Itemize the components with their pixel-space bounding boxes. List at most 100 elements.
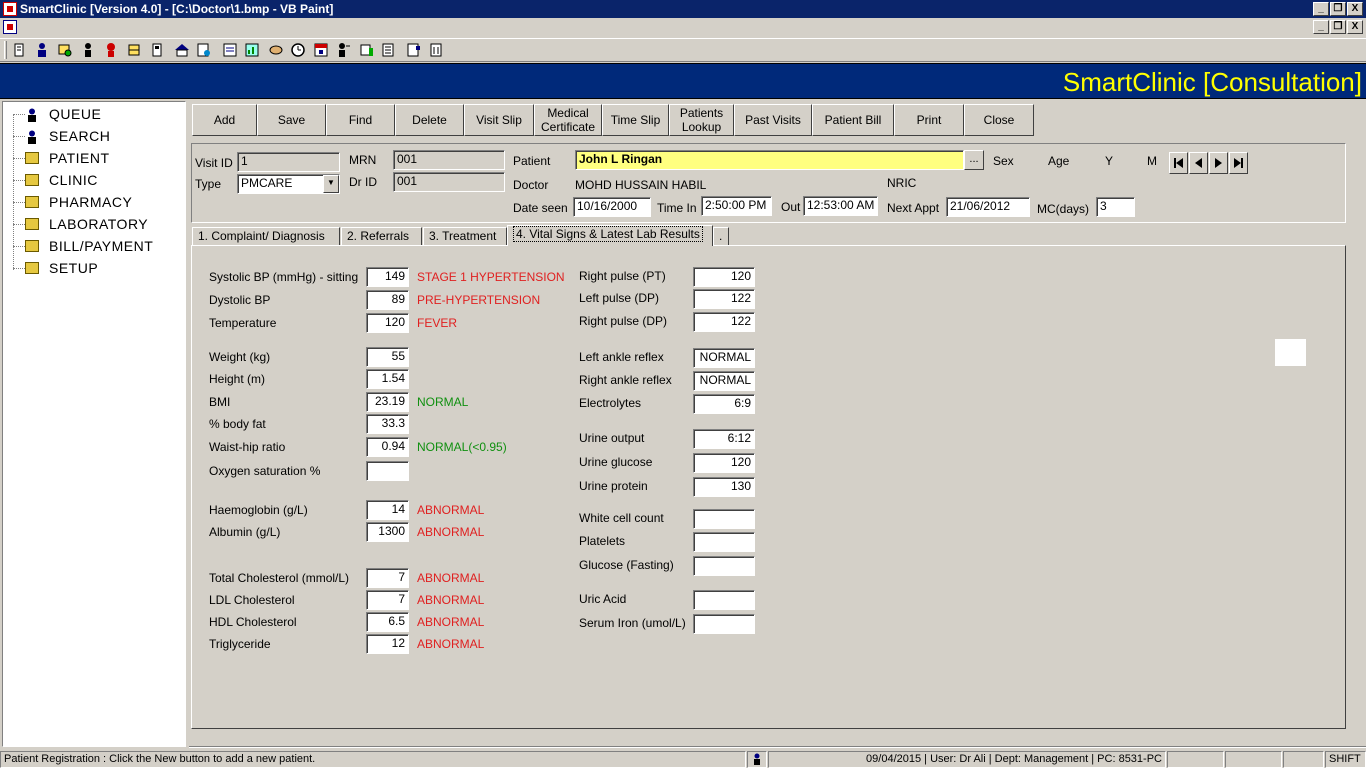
clinic-tool-icon[interactable]	[174, 42, 190, 58]
document-tool-icon[interactable]	[222, 42, 238, 58]
minimize-button[interactable]: _	[1313, 2, 1329, 16]
vital-value-field[interactable]: 12	[366, 634, 409, 654]
clock-tool-icon[interactable]	[290, 42, 306, 58]
lab-value-field[interactable]: NORMAL	[693, 348, 755, 368]
close-button[interactable]: Close	[964, 104, 1034, 136]
lab-value-field[interactable]: 120	[693, 267, 755, 287]
medicine-tool-icon[interactable]	[359, 42, 375, 58]
lab-value-field[interactable]: 120	[693, 453, 755, 473]
patient-tool-icon[interactable]	[34, 42, 50, 58]
medical-certificate-button[interactable]: Medical Certificate	[534, 104, 602, 136]
lab-value-field[interactable]	[693, 556, 755, 576]
tab-extra[interactable]: .	[713, 227, 729, 246]
vital-value-field[interactable]: 1.54	[366, 369, 409, 389]
patient-bill-button[interactable]: Patient Bill	[812, 104, 894, 136]
status-panel-empty-2	[1225, 751, 1282, 768]
chart-tool-icon[interactable]	[244, 42, 260, 58]
vital-value-field[interactable]: 7	[366, 568, 409, 588]
child-restore-button[interactable]: ❐	[1330, 20, 1346, 34]
lab-value-field[interactable]	[693, 590, 755, 610]
tree-connector	[13, 268, 25, 269]
add-button[interactable]: Add	[192, 104, 257, 136]
handshake-tool-icon[interactable]	[268, 42, 284, 58]
vital-label: HDL Cholesterol	[209, 615, 297, 629]
date-seen-field[interactable]: 10/16/2000	[573, 197, 651, 217]
lab-tool-icon[interactable]	[149, 42, 165, 58]
patients-lookup-button[interactable]: Patients Lookup	[669, 104, 734, 136]
exit-tool-icon[interactable]	[428, 42, 444, 58]
lab-value-field[interactable]	[693, 532, 755, 552]
nurse-tool-icon[interactable]	[103, 42, 119, 58]
lab-value-field[interactable]	[693, 614, 755, 634]
vital-value-field[interactable]	[366, 461, 409, 481]
user-tool-icon[interactable]	[336, 42, 352, 58]
vital-value-field[interactable]: 33.3	[366, 414, 409, 434]
delete-button[interactable]: Delete	[395, 104, 464, 136]
tab-referrals[interactable]: 2. Referrals	[341, 227, 422, 246]
vital-label: Albumin (g/L)	[209, 525, 281, 539]
vital-value-field[interactable]: 1300	[366, 522, 409, 542]
lab-label: Right pulse (DP)	[579, 314, 668, 328]
vital-value-field[interactable]: 23.19	[366, 392, 409, 412]
vital-value-field[interactable]: 0.94	[366, 437, 409, 457]
time-in-field[interactable]: 2:50:00 PM	[701, 196, 772, 216]
find-button[interactable]: Find	[326, 104, 395, 136]
vital-value-field[interactable]: 7	[366, 590, 409, 610]
queue-tool-icon[interactable]	[11, 42, 27, 58]
lab-value-field[interactable]: 122	[693, 312, 755, 332]
patient-lookup-button[interactable]: ...	[964, 150, 984, 170]
restore-button[interactable]: ❐	[1330, 2, 1346, 16]
vital-value-field[interactable]: 14	[366, 500, 409, 520]
nric-label: NRIC	[887, 176, 917, 190]
last-record-button[interactable]	[1229, 152, 1248, 174]
time-slip-button-label: Time Slip	[610, 113, 661, 127]
first-record-button[interactable]	[1169, 152, 1188, 174]
print-button[interactable]: Print	[894, 104, 964, 136]
patient-name-field[interactable]: John L Ringan	[575, 150, 964, 170]
vital-value-field[interactable]: 120	[366, 313, 409, 333]
vital-label: Oxygen saturation %	[209, 464, 321, 478]
tab-treatment[interactable]: 3. Treatment	[423, 227, 507, 246]
vital-value-field[interactable]: 55	[366, 347, 409, 367]
lab-value-field[interactable]	[693, 509, 755, 529]
vital-status: ABNORMAL	[417, 571, 485, 585]
lab-value-field[interactable]: 6:12	[693, 429, 755, 449]
pharmacy-tool-icon[interactable]	[126, 42, 142, 58]
mrn-field[interactable]: 001	[393, 150, 505, 170]
vital-value-field[interactable]: 149	[366, 267, 409, 287]
save-button[interactable]: Save	[257, 104, 326, 136]
time-slip-button[interactable]: Time Slip	[602, 104, 669, 136]
visit-slip-button[interactable]: Visit Slip	[464, 104, 534, 136]
doctor-tool-icon[interactable]	[80, 42, 96, 58]
app-icon	[3, 2, 17, 16]
vital-value-field[interactable]: 89	[366, 290, 409, 310]
vital-label: % body fat	[209, 417, 266, 431]
tab-complaint-diagnosis[interactable]: 1. Complaint/ Diagnosis	[192, 227, 340, 246]
lab-value-field[interactable]: 122	[693, 289, 755, 309]
visit-id-field[interactable]: 1	[237, 152, 340, 172]
next-appt-field[interactable]: 21/06/2012	[946, 197, 1030, 217]
type-value: PMCARE	[241, 176, 293, 190]
dr-id-field[interactable]: 001	[393, 172, 505, 192]
close-window-button[interactable]: X	[1347, 2, 1363, 16]
time-out-field[interactable]: 12:53:00 AM	[803, 196, 878, 216]
vital-value-field[interactable]: 6.5	[366, 612, 409, 632]
lab-value-field[interactable]: NORMAL	[693, 371, 755, 391]
list-tool-icon[interactable]	[381, 42, 397, 58]
next-record-button[interactable]	[1209, 152, 1228, 174]
mc-days-field[interactable]: 3	[1096, 197, 1135, 217]
lab-value-field[interactable]: 130	[693, 477, 755, 497]
type-select[interactable]: PMCARE ▼	[237, 174, 340, 194]
report-tool-icon[interactable]	[196, 42, 212, 58]
child-close-button[interactable]: X	[1347, 20, 1363, 34]
search-tool-icon[interactable]	[57, 42, 73, 58]
chevron-down-icon[interactable]: ▼	[323, 175, 339, 193]
past-visits-button[interactable]: Past Visits	[734, 104, 812, 136]
child-minimize-button[interactable]: _	[1313, 20, 1329, 34]
previous-record-button[interactable]	[1189, 152, 1208, 174]
tab-vital-signs-lab-results[interactable]: 4. Vital Signs & Latest Lab Results	[507, 225, 713, 246]
vital-label: Weight (kg)	[209, 350, 271, 364]
lab-value-field[interactable]: 6:9	[693, 394, 755, 414]
calendar-tool-icon[interactable]	[313, 42, 329, 58]
notes-tool-icon[interactable]	[406, 42, 422, 58]
